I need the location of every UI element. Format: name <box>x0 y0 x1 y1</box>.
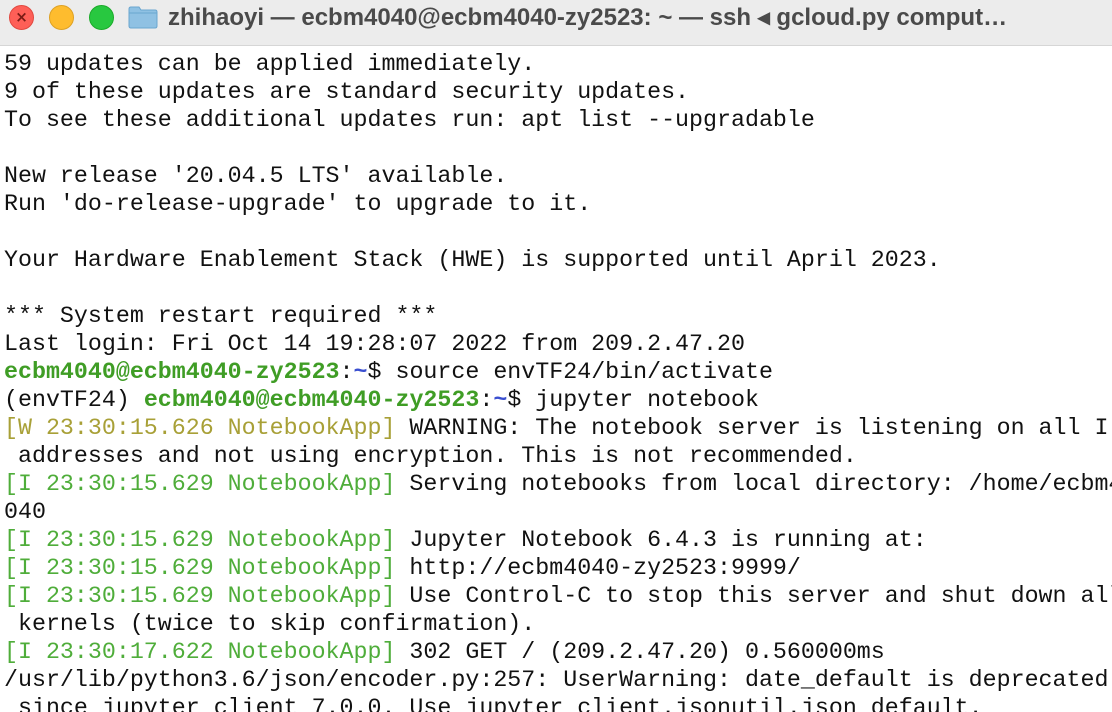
window-title: zhihaoyi — ecbm4040@ecbm4040-zy2523: ~ —… <box>168 4 1008 31</box>
log-line: [I 23:30:15.629 NotebookApp] http://ecbm… <box>4 554 1112 582</box>
log-prefix: [I 23:30:15.629 NotebookApp] <box>4 471 396 497</box>
output-line: New release '20.04.5 LTS' available. <box>4 163 508 189</box>
log-message: Use Control-C to stop this server and sh… <box>395 583 1112 609</box>
output-line: kernels (twice to skip confirmation). <box>4 611 536 637</box>
output-line: To see these additional updates run: apt… <box>4 107 815 133</box>
output-line: 040 <box>4 499 46 525</box>
prompt-symbol: $ <box>507 387 536 413</box>
log-prefix: [W 23:30:15.626 NotebookApp] <box>4 415 396 441</box>
output-line: Run 'do-release-upgrade' to upgrade to i… <box>4 191 592 217</box>
log-line: [I 23:30:15.629 NotebookApp] Jupyter Not… <box>4 526 1112 554</box>
log-line: [W 23:30:15.626 NotebookApp] WARNING: Th… <box>4 414 1112 442</box>
prompt-user: ecbm4040@ecbm4040-zy2523 <box>143 387 480 413</box>
prompt-path: ~ <box>353 359 368 385</box>
prompt-command: jupyter notebook <box>535 387 759 413</box>
log-line: [I 23:30:15.629 NotebookApp] Use Control… <box>4 582 1112 610</box>
prompt-user: ecbm4040@ecbm4040-zy2523 <box>4 359 340 385</box>
log-line: [I 23:30:15.629 NotebookApp] Serving not… <box>4 470 1112 498</box>
prompt-colon: : <box>339 359 354 385</box>
log-prefix: [I 23:30:15.629 NotebookApp] <box>4 583 396 609</box>
log-message: 302 GET / (209.2.47.20) 0.560000ms <box>395 639 885 665</box>
prompt-line: ecbm4040@ecbm4040-zy2523:~$ source envTF… <box>4 358 1112 386</box>
close-button[interactable]: × <box>9 5 34 30</box>
output-line: /usr/lib/python3.6/json/encoder.py:257: … <box>4 667 1109 693</box>
terminal-output[interactable]: 59 updates can be applied immediately. 9 … <box>4 50 1112 712</box>
log-prefix: [I 23:30:15.629 NotebookApp] <box>4 555 396 581</box>
output-line: 59 updates can be applied immediately. <box>4 51 536 77</box>
terminal-window: × zhihaoyi — ecbm4040@ecbm4040-zy2523: ~… <box>0 0 1112 712</box>
maximize-button[interactable] <box>89 5 114 30</box>
prompt-line: (envTF24) ecbm4040@ecbm4040-zy2523:~$ ju… <box>4 386 1112 414</box>
log-prefix: [I 23:30:17.622 NotebookApp] <box>4 639 396 665</box>
log-message: http://ecbm4040-zy2523:9999/ <box>395 555 801 581</box>
minimize-button[interactable] <box>49 5 74 30</box>
output-line: Your Hardware Enablement Stack (HWE) is … <box>4 247 941 273</box>
output-line: since jupyter_client 7.0.0. Use jupyter_… <box>4 695 983 712</box>
output-line: Last login: Fri Oct 14 19:28:07 2022 fro… <box>4 331 745 357</box>
log-line: [I 23:30:17.622 NotebookApp] 302 GET / (… <box>4 638 1112 666</box>
log-prefix: [I 23:30:15.629 NotebookApp] <box>4 527 396 553</box>
output-line: 9 of these updates are standard security… <box>4 79 690 105</box>
prompt-path: ~ <box>493 387 508 413</box>
prompt-symbol: $ <box>367 359 396 385</box>
prompt-env: (envTF24) <box>4 387 144 413</box>
close-icon: × <box>15 8 28 26</box>
log-message: WARNING: The notebook server is listenin… <box>395 415 1109 441</box>
folder-icon <box>128 6 158 29</box>
log-message: Jupyter Notebook 6.4.3 is running at: <box>395 527 927 553</box>
prompt-command: source envTF24/bin/activate <box>395 359 773 385</box>
title-bar[interactable]: × zhihaoyi — ecbm4040@ecbm4040-zy2523: ~… <box>0 0 1112 46</box>
log-message: Serving notebooks from local directory: … <box>395 471 1112 497</box>
prompt-colon: : <box>479 387 494 413</box>
output-line: *** System restart required *** <box>4 303 438 329</box>
output-line: addresses and not using encryption. This… <box>4 443 857 469</box>
